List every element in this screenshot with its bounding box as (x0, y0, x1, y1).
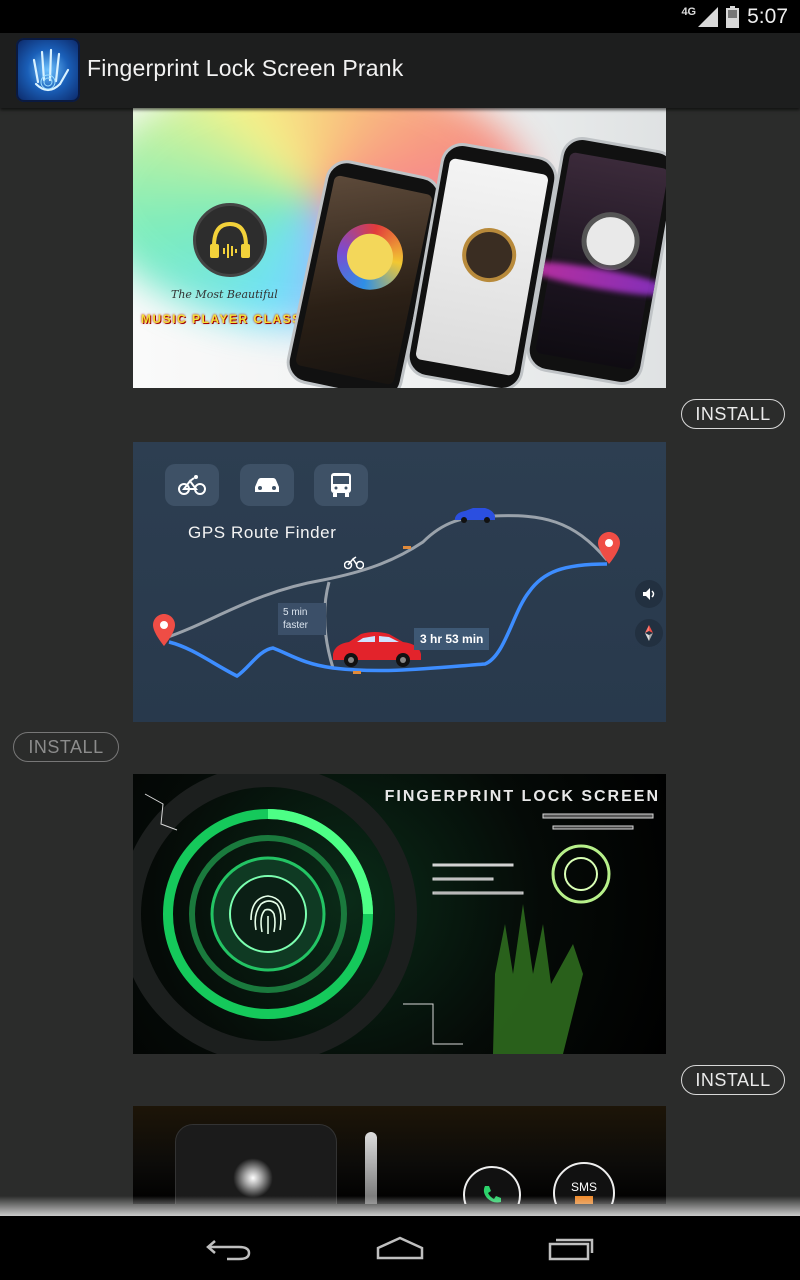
hud-graphic (133, 774, 654, 1054)
faster-route-chip: 5 min faster (278, 603, 326, 635)
blue-car-icon (455, 508, 495, 523)
status-icons: 4G 5:07 (681, 4, 788, 30)
flashlight-sms-banner[interactable]: SMS (133, 1106, 666, 1204)
app-bar: Fingerprint Lock Screen Prank (0, 33, 800, 108)
status-bar: 4G 5:07 (0, 0, 800, 33)
fingerprint-lock-banner[interactable]: FINGERPRINT LOCK SCREEN (133, 774, 666, 1054)
red-car-icon (333, 632, 421, 667)
music-player-banner[interactable]: The Most Beautiful MUSIC PLAYER CLASSIC (133, 108, 666, 388)
music-tagline: The Most Beautiful (171, 288, 278, 301)
volume-icon (635, 580, 663, 608)
hand-print-icon (32, 48, 70, 92)
compass-icon (635, 619, 663, 647)
light-beam (365, 1132, 377, 1204)
install-button-music[interactable]: INSTALL (681, 399, 785, 429)
home-button[interactable] (372, 1232, 428, 1264)
app-title: Fingerprint Lock Screen Prank (87, 55, 404, 81)
flash-glow (233, 1158, 273, 1198)
back-icon (206, 1240, 251, 1261)
start-pin-icon (153, 614, 175, 646)
promo-feed[interactable]: The Most Beautiful MUSIC PLAYER CLASSIC … (0, 108, 800, 1204)
battery-icon (726, 6, 740, 28)
cyclist-icon (344, 556, 364, 570)
sms-label: SMS (570, 1180, 597, 1194)
signal-icon (698, 7, 719, 27)
nav-bar-fade (0, 1196, 800, 1216)
install-button-fingerprint[interactable]: INSTALL (681, 1065, 785, 1095)
destination-pin-icon (598, 532, 620, 564)
clock: 5:07 (747, 5, 788, 28)
eta-label: 3 hr 53 min (414, 628, 490, 650)
home-icon (376, 1236, 424, 1260)
network-type: 4G (681, 6, 697, 18)
fingerprint-lock-title: FINGERPRINT LOCK SCREEN (384, 788, 660, 805)
route-map (164, 514, 609, 679)
recents-icon (548, 1238, 594, 1261)
fingerprint-hand-icon[interactable] (16, 38, 80, 102)
install-button-gps[interactable]: INSTALL (13, 732, 119, 762)
gps-route-finder-banner[interactable]: GPS Route Finder 5 min faster 3 hr 53 mi… (133, 442, 666, 722)
recents-button[interactable] (543, 1232, 599, 1264)
music-brand: MUSIC PLAYER CLASSIC (141, 312, 317, 326)
headphones-icon (193, 203, 267, 277)
navigation-bar (0, 1216, 800, 1280)
back-button[interactable] (201, 1232, 257, 1264)
